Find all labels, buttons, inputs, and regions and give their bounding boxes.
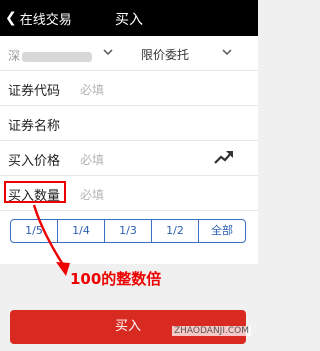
annotation-text: 100的整数倍: [70, 270, 162, 288]
watermark: ZHAODANJI.COM: [172, 326, 251, 336]
annotation-arrow: [32, 204, 70, 276]
